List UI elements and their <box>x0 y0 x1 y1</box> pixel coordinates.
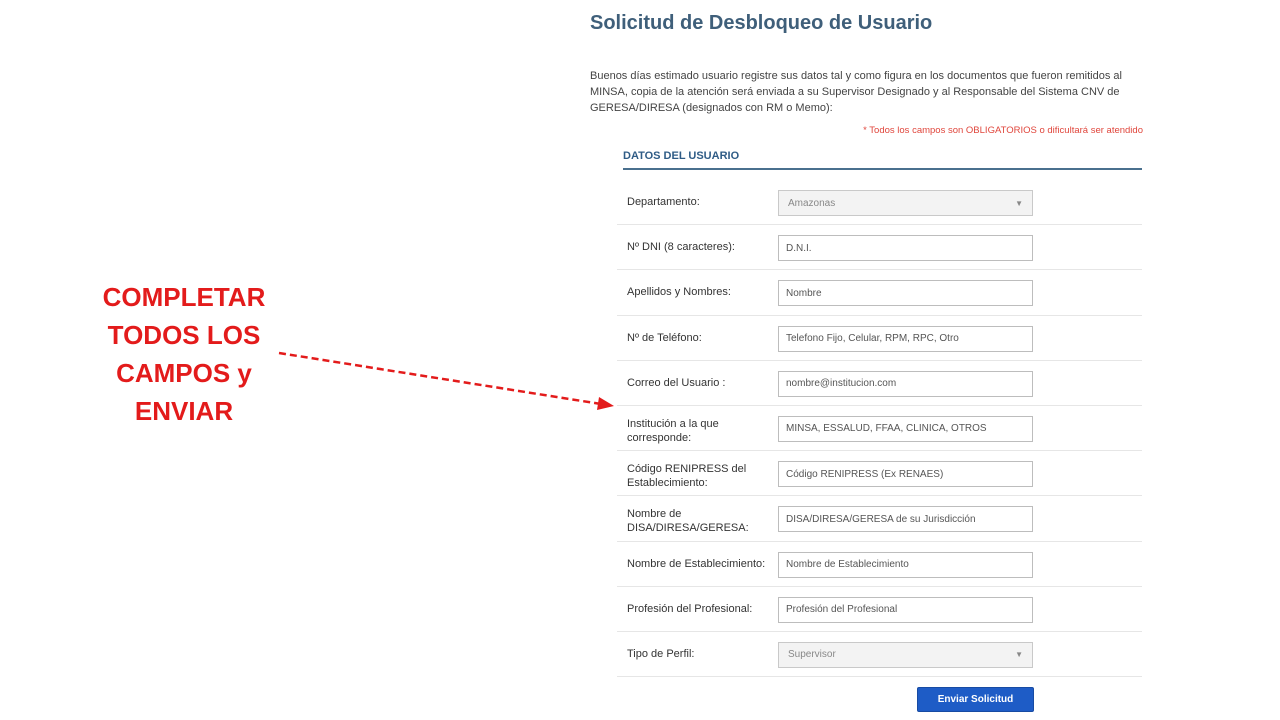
annotation-line: TODOS LOS <box>107 320 261 350</box>
instruction-annotation: COMPLETAR TODOS LOS CAMPOS y ENVIAR <box>84 278 284 430</box>
field-label: Nombre de Establecimiento: <box>627 557 766 570</box>
phone-input[interactable] <box>778 325 1033 352</box>
select-value: Amazonas <box>788 197 836 209</box>
annotation-line: COMPLETAR <box>102 282 266 312</box>
submit-request-button[interactable]: Enviar Solicitud <box>917 687 1034 712</box>
disa-input[interactable] <box>778 506 1033 533</box>
field-label: Institución a la que corresponde: <box>627 417 719 444</box>
form-row-nombres: Apellidos y Nombres: <box>617 270 1142 316</box>
field-label: Departamento: <box>627 196 700 209</box>
field-label: Nº de Teléfono: <box>627 331 702 344</box>
form-row-correo: Correo del Usuario : <box>617 361 1142 406</box>
field-label: Apellidos y Nombres: <box>627 286 731 299</box>
form-row-disa: Nombre de DISA/DIRESA/GERESA: <box>617 496 1142 542</box>
field-label: Tipo de Perfil: <box>627 647 695 660</box>
form-fields: Departamento: Amazonas ▼ Nº DNI (8 carac… <box>617 180 1142 678</box>
field-label: Nº DNI (8 caracteres): <box>627 241 735 254</box>
section-title: DATOS DEL USUARIO <box>623 150 740 162</box>
form-row-departamento: Departamento: Amazonas ▼ <box>617 180 1142 226</box>
form-row-renipress: Código RENIPRESS del Establecimiento: <box>617 451 1142 497</box>
field-label: Correo del Usuario : <box>627 376 726 389</box>
form-row-institucion: Institución a la que corresponde: <box>617 406 1142 452</box>
required-fields-note: * Todos los campos son OBLIGATORIOS o di… <box>863 125 1143 136</box>
field-label: Nombre de DISA/DIRESA/GERESA: <box>627 508 749 535</box>
select-value: Supervisor <box>788 649 836 661</box>
form-row-establecimiento: Nombre de Establecimiento: <box>617 542 1142 587</box>
form-row-telefono: Nº de Teléfono: <box>617 316 1142 361</box>
chevron-down-icon: ▼ <box>1015 198 1023 208</box>
field-label: Profesión del Profesional: <box>627 602 753 615</box>
email-input[interactable] <box>778 370 1033 397</box>
establishment-input[interactable] <box>778 551 1033 578</box>
form-row-dni: Nº DNI (8 caracteres): <box>617 225 1142 271</box>
annotation-line: ENVIAR <box>134 396 234 426</box>
chevron-down-icon: ▼ <box>1015 650 1023 660</box>
page-title: Solicitud de Desbloqueo de Usuario <box>590 12 933 34</box>
institution-input[interactable] <box>778 415 1033 442</box>
intro-text: Buenos días estimado usuario registre su… <box>590 70 1122 114</box>
renipress-code-input[interactable] <box>778 461 1033 488</box>
section-header: DATOS DEL USUARIO <box>623 148 1142 170</box>
field-label: Código RENIPRESS del Establecimiento: <box>627 463 747 490</box>
form-row-perfil: Tipo de Perfil: Supervisor ▼ <box>617 632 1142 678</box>
annotation-line: CAMPOS y <box>116 358 252 388</box>
departamento-select[interactable]: Amazonas ▼ <box>778 190 1033 216</box>
form-row-profesion: Profesión del Profesional: <box>617 587 1142 632</box>
name-input[interactable] <box>778 280 1033 307</box>
dni-input[interactable] <box>778 235 1033 262</box>
page: COMPLETAR TODOS LOS CAMPOS y ENVIAR Soli… <box>0 0 1280 720</box>
profession-input[interactable] <box>778 596 1033 623</box>
profile-type-select[interactable]: Supervisor ▼ <box>778 641 1033 668</box>
